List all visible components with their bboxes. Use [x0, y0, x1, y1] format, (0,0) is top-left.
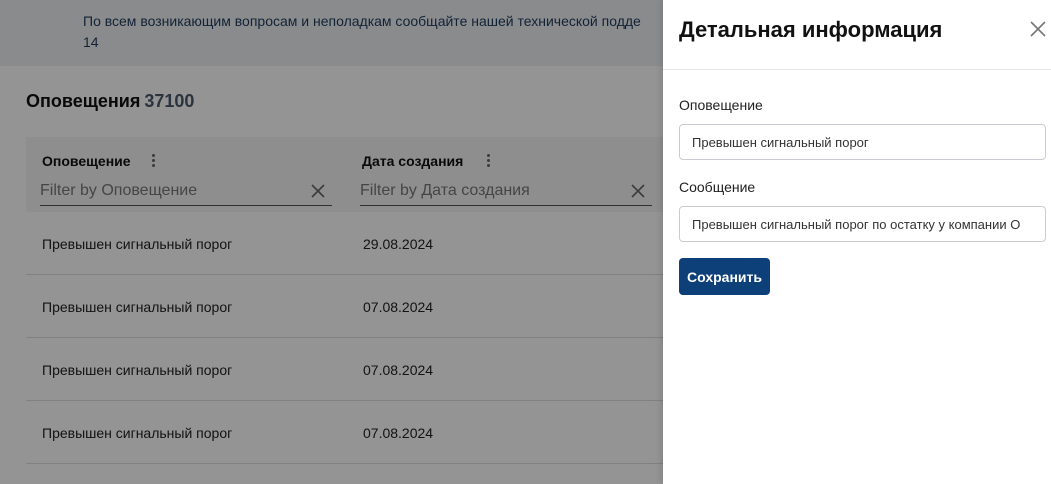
- detail-panel: Детальная информация Оповещение Сообщени…: [663, 0, 1051, 484]
- notification-field-label: Оповещение: [679, 97, 763, 113]
- modal-backdrop[interactable]: [0, 0, 663, 484]
- detail-panel-header: Детальная информация: [663, 0, 1051, 70]
- save-button[interactable]: Сохранить: [679, 258, 770, 295]
- notification-field[interactable]: [679, 124, 1046, 160]
- message-field[interactable]: [679, 206, 1046, 242]
- detail-panel-title: Детальная информация: [679, 17, 943, 42]
- message-field-label: Сообщение: [679, 179, 756, 195]
- close-icon[interactable]: [1029, 20, 1047, 38]
